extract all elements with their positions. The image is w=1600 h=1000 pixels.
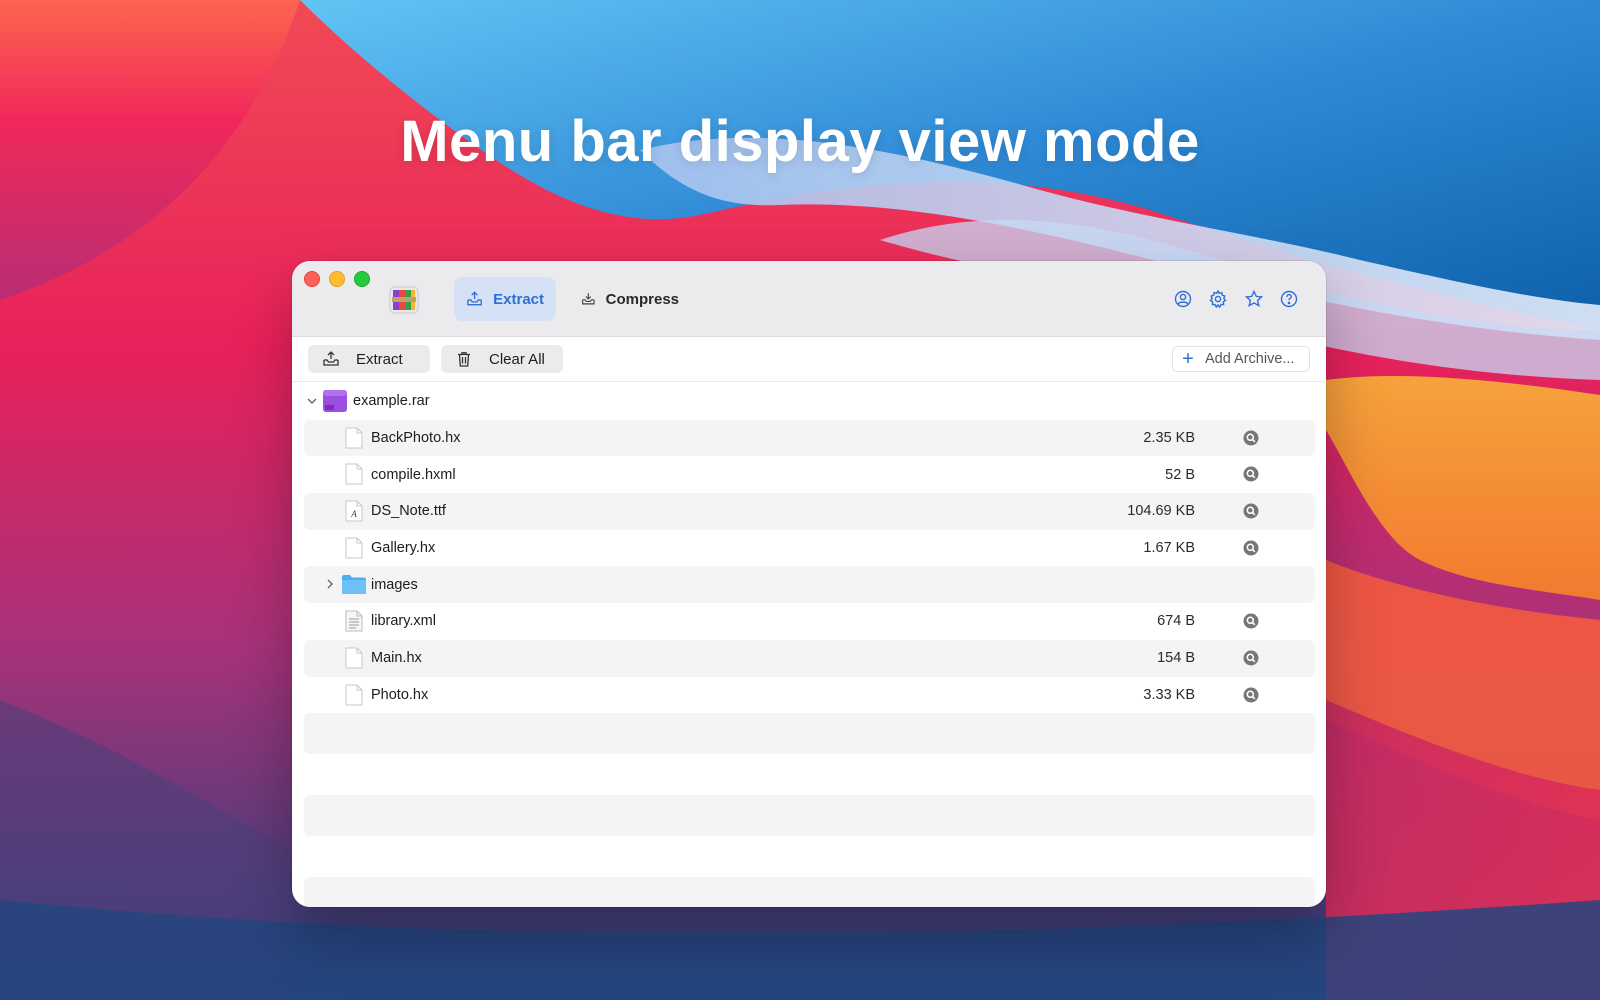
compress-tray-icon [582,293,595,305]
folder-name: images [371,576,418,593]
archive-name: example.rar [353,393,430,410]
empty-row [304,836,1315,877]
document-icon [345,684,363,705]
file-row[interactable]: A DS_Note.ttf 104.69 KB [304,493,1315,530]
tab-compress-label: Compress [605,290,679,308]
file-row[interactable]: library.xml 674 B [304,603,1315,640]
document-icon [345,463,363,485]
tab-extract[interactable]: Extract [454,277,556,321]
trash-icon [458,352,470,367]
chevron-down-icon[interactable] [306,395,318,407]
file-name: DS_Note.ttf [371,503,446,520]
quick-look-icon[interactable] [1243,540,1259,556]
extract-tray-icon [467,291,482,306]
archive-row[interactable]: example.rar [304,383,1315,420]
rar-archive-icon [323,390,347,412]
document-icon [345,647,363,669]
account-icon[interactable] [1173,289,1193,309]
empty-row [304,713,1315,755]
file-name: library.xml [371,613,436,630]
file-name: BackPhoto.hx [371,430,461,447]
quick-look-icon[interactable] [1243,466,1259,482]
tab-compress[interactable]: Compress [569,277,691,321]
file-size: 3.33 KB [1143,686,1195,703]
close-window-button[interactable] [304,271,320,287]
clear-all-label: Clear All [489,350,545,368]
file-size: 104.69 KB [1127,503,1195,520]
quick-look-icon[interactable] [1243,430,1259,446]
extract-button[interactable]: Extract [308,345,430,373]
document-icon [345,537,363,559]
file-row[interactable]: Photo.hx 3.33 KB [304,677,1315,714]
font-file-icon: A [345,500,363,522]
plus-icon: + [1182,348,1194,370]
file-name: compile.hxml [371,466,456,483]
quick-look-icon[interactable] [1243,687,1259,703]
toolbar: Extract Clear All + Add Archive... [292,337,1326,382]
text-document-icon [345,610,363,632]
settings-gear-icon[interactable] [1208,289,1228,309]
empty-row [304,877,1315,907]
folder-row[interactable]: images [304,566,1315,604]
zoom-window-button[interactable] [354,271,370,287]
chevron-right-icon[interactable] [324,578,336,590]
file-row[interactable]: Gallery.hx 1.67 KB [304,530,1315,567]
file-size: 2.35 KB [1143,430,1195,447]
file-size: 674 B [1157,613,1195,630]
file-row[interactable]: compile.hxml 52 B [304,456,1315,493]
svg-text:A: A [350,509,357,519]
titlebar: Extract Compress [292,261,1326,337]
quick-look-icon[interactable] [1243,613,1259,629]
minimize-window-button[interactable] [329,271,345,287]
empty-row [304,795,1315,837]
quick-look-icon[interactable] [1243,503,1259,519]
file-size: 1.67 KB [1143,540,1195,557]
file-row[interactable]: Main.hx 154 B [304,639,1315,677]
add-archive-label: Add Archive... [1205,351,1295,367]
file-name: Gallery.hx [371,540,436,557]
add-archive-button[interactable]: + Add Archive... [1172,346,1310,372]
file-name: Main.hx [371,650,422,667]
file-row[interactable]: BackPhoto.hx 2.35 KB [304,419,1315,457]
extract-button-label: Extract [356,350,403,368]
clear-all-button[interactable]: Clear All [441,345,563,373]
file-name: Photo.hx [371,686,429,703]
file-tree: example.rar BackPhoto.hx 2.35 KB compile… [304,383,1315,907]
headline-title: Menu bar display view mode [400,109,1200,174]
folder-icon [342,575,366,595]
file-size: 154 B [1157,650,1195,667]
star-icon[interactable] [1244,289,1264,309]
help-icon[interactable] [1279,289,1299,309]
winrar-books-icon [389,286,419,314]
empty-row [304,754,1315,795]
app-window: Extract Compress Extract Clear All + Add… [292,261,1326,907]
file-size: 52 B [1165,466,1195,483]
extract-tray-icon [323,351,339,366]
quick-look-icon[interactable] [1243,650,1259,666]
tab-extract-label: Extract [493,290,544,308]
document-icon [345,427,363,449]
